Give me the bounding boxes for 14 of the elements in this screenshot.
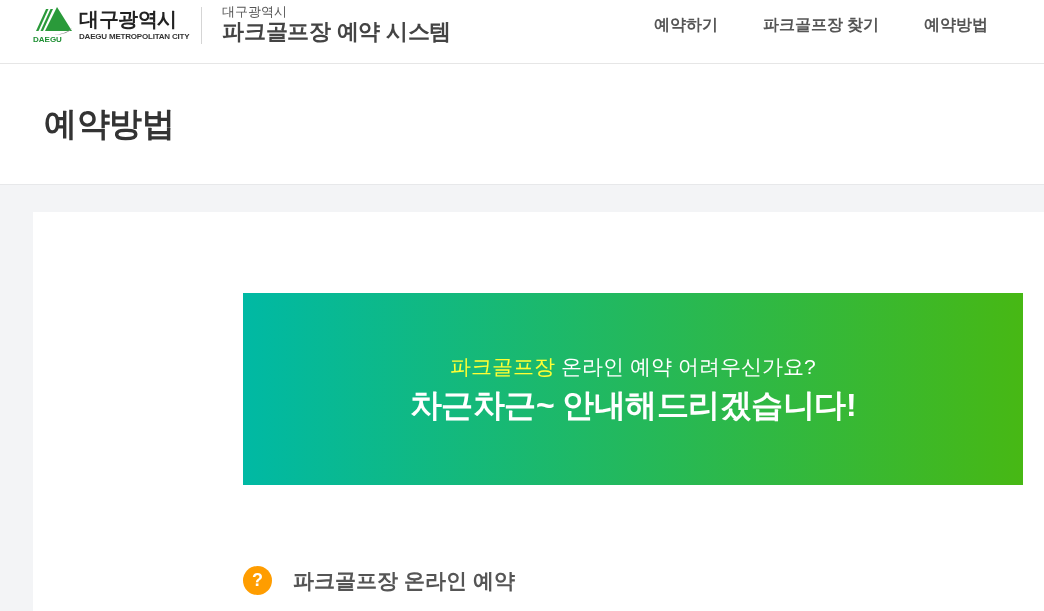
logo-english-name: DAEGU METROPOLITAN CITY: [79, 33, 190, 41]
section-title: 파크골프장 온라인 예약: [293, 567, 515, 594]
nav-link[interactable]: 예약하기: [653, 13, 718, 37]
site-subtitle: 대구광역시: [222, 4, 289, 19]
site-title: 파크골프장 예약 시스템: [222, 18, 451, 46]
nav-link[interactable]: 예약방법: [924, 13, 988, 37]
question-mark-icon: ?: [243, 566, 272, 595]
banner-question: 파크골프장 온라인 예약 어려우신가요?: [450, 354, 816, 381]
mountain-logo-icon: [33, 6, 73, 35]
logo-emblem-text: DAEGU: [33, 35, 63, 44]
page-title: 예약방법: [44, 104, 174, 144]
logo-city-name: 대구광역시: [79, 9, 178, 30]
nav-link[interactable]: 파크골프장 찾기: [762, 13, 879, 37]
banner-headline: 차근차근~ 안내해드리겠습니다!: [409, 385, 857, 425]
